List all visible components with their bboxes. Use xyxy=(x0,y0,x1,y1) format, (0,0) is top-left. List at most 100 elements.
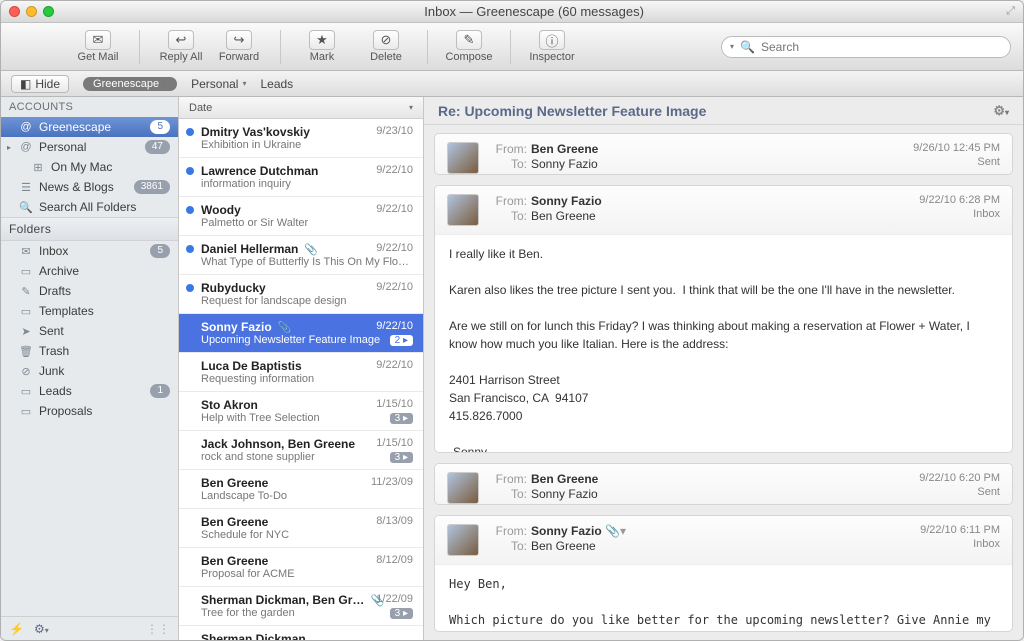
message-list-scroll[interactable]: Dmitry Vas'kovskiyExhibition in Ukraine9… xyxy=(179,119,423,640)
message-date: 9/22/10 xyxy=(376,281,413,293)
reply-all-button[interactable]: ↩Reply All xyxy=(154,30,208,63)
message-row[interactable]: Jack Johnson, Ben Greenerock and stone s… xyxy=(179,431,423,470)
message-card-header[interactable]: From:Ben GreeneTo:Sonny Fazio9/26/10 12:… xyxy=(435,134,1012,175)
inspector-button[interactable]: ⓘInspector xyxy=(525,30,579,63)
sidebar-folder-item[interactable]: ▭Leads1 xyxy=(1,381,178,401)
message-date: 9/22/10 xyxy=(376,203,413,215)
message-row[interactable]: Ben GreeneLandscape To-Do11/23/09 xyxy=(179,470,423,509)
sidebar-folder-item[interactable]: ✎Drafts xyxy=(1,281,178,301)
sidebar-item-label: News & Blogs xyxy=(39,180,128,194)
hide-sidebar-button[interactable]: ◧Hide xyxy=(11,75,69,93)
forward-button[interactable]: ↪Forward xyxy=(212,30,266,63)
message-row[interactable]: Ben GreeneProposal for ACME8/12/09 xyxy=(179,548,423,587)
search-field[interactable]: ▾ 🔍 xyxy=(721,36,1011,58)
sidebar-item-label: Greenescape xyxy=(39,120,144,134)
from-value: Ben Greene xyxy=(531,142,598,156)
minimize-window-button[interactable] xyxy=(26,6,37,17)
activity-icon[interactable]: ⚡ xyxy=(9,622,24,636)
message-date: 9/23/10 xyxy=(376,125,413,137)
message-from: Sherman Dickman xyxy=(201,632,413,640)
count-badge: 47 xyxy=(145,140,170,154)
favorite-personal[interactable]: Personal▾ xyxy=(191,77,246,91)
resize-handle-icon[interactable]: ⋮⋮ xyxy=(146,622,170,636)
mark-button[interactable]: ★Mark xyxy=(295,30,349,63)
sidebar-account-item[interactable]: 🔍Search All Folders xyxy=(1,197,178,217)
sidebar-account-item[interactable]: @Greenescape5 xyxy=(1,117,178,137)
sidebar-account-item[interactable]: ⊞On My Mac xyxy=(1,157,178,177)
message-body: Hey Ben, Which picture do you like bette… xyxy=(435,565,1012,632)
message-row[interactable]: Dmitry Vas'kovskiyExhibition in Ukraine9… xyxy=(179,119,423,158)
count-badge: 1 xyxy=(150,384,170,398)
message-row[interactable]: Sonny Fazio 📎Upcoming Newsletter Feature… xyxy=(179,314,423,353)
message-row[interactable]: Ben GreeneSchedule for NYC8/13/09 xyxy=(179,509,423,548)
sidebar-folder-item[interactable]: ▭Archive xyxy=(1,261,178,281)
message-card: From:Ben GreeneTo:Sonny Fazio9/22/10 6:2… xyxy=(434,463,1013,505)
zoom-window-button[interactable] xyxy=(43,6,54,17)
fullscreen-icon[interactable]: ⤢ xyxy=(1006,5,1015,18)
titlebar: Inbox — Greenescape (60 messages) ⤢ xyxy=(1,1,1023,23)
info-icon: ⓘ xyxy=(545,31,558,50)
compose-button[interactable]: ✎Compose xyxy=(442,30,496,63)
message-body: I really like it Ben. Karen also likes t… xyxy=(435,235,1012,453)
message-row[interactable]: WoodyPalmetto or Sir Walter9/22/10 xyxy=(179,197,423,236)
unread-dot-icon xyxy=(186,284,194,292)
sidebar-folder-item[interactable]: ✉Inbox5 xyxy=(1,241,178,261)
sidebar-folder-item[interactable]: ▭Proposals xyxy=(1,401,178,421)
sidebar-account-item[interactable]: ▸@Personal47 xyxy=(1,137,178,157)
thread-count-badge: 3 ▸ xyxy=(390,413,413,424)
message-folder: Sent xyxy=(919,486,1000,498)
sidebar-folder-item[interactable]: ⊘Junk xyxy=(1,361,178,381)
from-value: Sonny Fazio xyxy=(531,524,602,538)
message-card: From:Ben GreeneTo:Sonny Fazio9/26/10 12:… xyxy=(434,133,1013,175)
from-label: From: xyxy=(489,194,527,208)
favorite-greenescape[interactable]: Greenescape▾ xyxy=(83,77,177,91)
sidebar-folder-item[interactable]: 🗑Trash xyxy=(1,341,178,361)
favorites-bar: ◧Hide Greenescape▾ Personal▾ Leads xyxy=(1,71,1023,97)
message-row[interactable]: Lawrence Dutchmaninformation inquiry9/22… xyxy=(179,158,423,197)
message-date: 1/22/09 xyxy=(376,593,413,605)
delete-button[interactable]: ⊘Delete xyxy=(359,30,413,63)
chevron-down-icon: ▾ xyxy=(163,79,167,88)
message-row[interactable]: Sherman Dickman, Ben Gr… 📎Tree for the g… xyxy=(179,587,423,626)
message-row[interactable]: Sherman Dickman xyxy=(179,626,423,640)
sidebar: ACCOUNTS @Greenescape5▸@Personal47⊞On My… xyxy=(1,97,179,640)
close-window-button[interactable] xyxy=(9,6,20,17)
folder-icon: ▭ xyxy=(19,265,33,277)
disclosure-triangle-icon[interactable]: ▸ xyxy=(7,143,11,152)
sidebar-item-label: Sent xyxy=(39,324,170,338)
message-date: 1/15/10 xyxy=(376,398,413,410)
get-mail-button[interactable]: ✉Get Mail xyxy=(71,30,125,63)
sidebar-folder-item[interactable]: ▭Templates xyxy=(1,301,178,321)
sidebar-account-item[interactable]: ☰News & Blogs3861 xyxy=(1,177,178,197)
message-card-header[interactable]: From:Ben GreeneTo:Sonny Fazio9/22/10 6:2… xyxy=(435,464,1012,505)
message-list-header[interactable]: Date ▾ xyxy=(179,97,423,119)
message-card-header[interactable]: From:Sonny FazioTo:Ben Greene 9/22/10 6:2… xyxy=(435,186,1012,235)
message-subject: What Type of Butterfly Is This On My Flo… xyxy=(201,256,413,268)
message-row[interactable]: Daniel Hellerman 📎What Type of Butterfly… xyxy=(179,236,423,275)
folder-icon: ▭ xyxy=(19,385,33,397)
search-scope-dropdown-icon[interactable]: ▾ xyxy=(730,42,734,51)
sidebar-folder-item[interactable]: ➤Sent xyxy=(1,321,178,341)
header-meta: From:Ben GreeneTo:Sonny Fazio xyxy=(489,472,909,504)
reading-scroll[interactable]: From:Ben GreeneTo:Sonny Fazio9/26/10 12:… xyxy=(424,125,1023,640)
message-subject: Tree for the garden xyxy=(201,607,413,619)
account-icon: ⊞ xyxy=(31,161,45,173)
message-card-header[interactable]: From:Sonny Fazio 📎▾To:Ben Greene9/22/10 … xyxy=(435,516,1012,565)
thread-actions-gear-icon[interactable]: ⚙▾ xyxy=(993,103,1009,119)
favorite-leads[interactable]: Leads xyxy=(260,77,293,91)
message-subject: Palmetto or Sir Walter xyxy=(201,217,413,229)
account-icon: @ xyxy=(19,121,33,133)
header-meta: From:Sonny FazioTo:Ben Greene xyxy=(489,194,909,226)
folder-icon: ▭ xyxy=(19,305,33,317)
header-meta: From:Sonny Fazio 📎▾To:Ben Greene xyxy=(489,524,910,556)
envelope-down-icon: ✉ xyxy=(93,32,104,48)
message-row[interactable]: Sto AkronHelp with Tree Selection1/15/10… xyxy=(179,392,423,431)
gear-icon[interactable]: ⚙▾ xyxy=(34,622,49,636)
reading-pane: Re: Upcoming Newsletter Feature Image ⚙▾… xyxy=(424,97,1023,640)
search-input[interactable] xyxy=(761,40,1002,54)
chevron-down-icon: ▾ xyxy=(242,79,246,88)
message-row[interactable]: RubyduckyRequest for landscape design9/2… xyxy=(179,275,423,314)
message-row[interactable]: Luca De BaptistisRequesting information9… xyxy=(179,353,423,392)
thread-subject: Re: Upcoming Newsletter Feature Image xyxy=(438,103,706,119)
header-right: 9/22/10 6:28 PMInbox xyxy=(919,194,1000,226)
